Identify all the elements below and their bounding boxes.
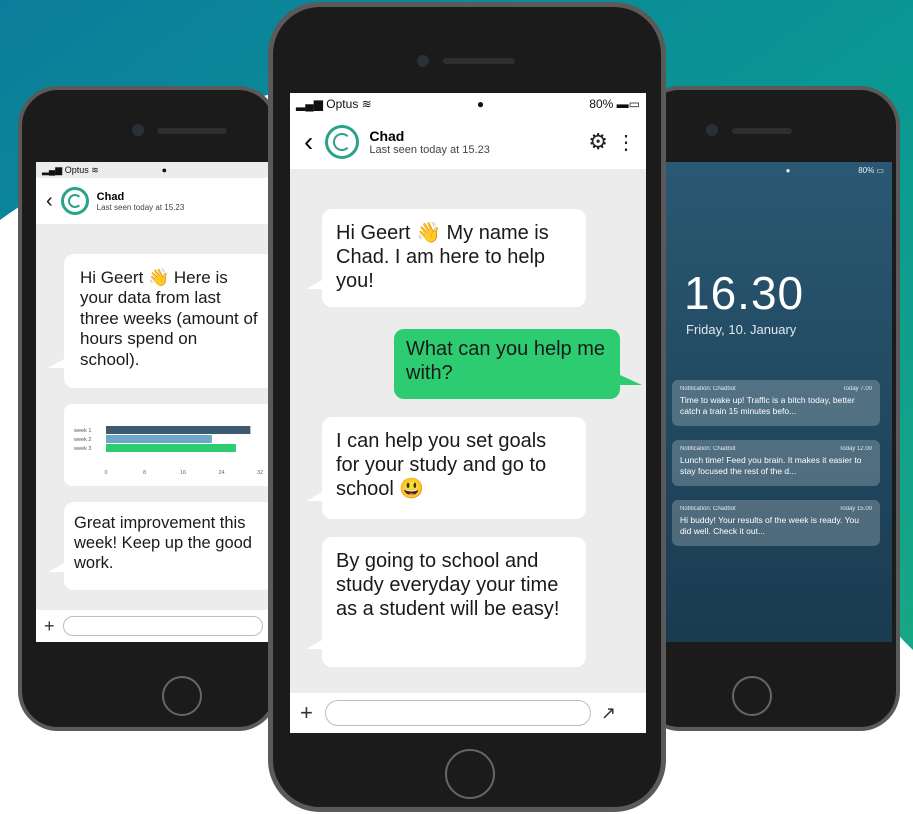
x-tick-label: 0	[104, 470, 107, 476]
x-tick-label: 32	[257, 470, 263, 476]
hours-bar-chart: week 1 week 2 week 3 0 8 16 24 32	[73, 426, 263, 476]
chad-logo-icon	[325, 125, 360, 159]
earpiece-speaker	[443, 58, 515, 64]
left-phone: ▂▄▆ Optus ≋ ● ‹ Chad Last seen today at …	[18, 86, 278, 731]
center-phone: ▂▄▆ Optus ≋ ● 80% ▬▭ ‹ Chad Last seen to…	[268, 2, 666, 812]
home-button[interactable]	[445, 749, 495, 799]
notification-card[interactable]: Notification: Chadbot Today 12.00 Lunch t…	[672, 440, 880, 486]
lock-screen: ● 80% ▭ 16.30 Friday, 10. January Notifi…	[650, 162, 892, 642]
status-bar: ● 80% ▭	[650, 162, 892, 178]
message-bubble: By going to school and study everyday yo…	[322, 537, 586, 667]
plus-icon[interactable]: +	[44, 616, 55, 637]
lock-icon: ●	[476, 97, 485, 111]
composer-bar: +	[36, 610, 274, 642]
left-phone-screen: ▂▄▆ Optus ≋ ● ‹ Chad Last seen today at …	[36, 162, 274, 642]
earpiece-speaker	[732, 128, 792, 134]
message-bubble: Hi Geert 👋 Here is your data from last t…	[64, 254, 274, 388]
battery-indicator: 80% ▭	[858, 165, 884, 175]
last-seen: Last seen today at 15.23	[96, 202, 185, 212]
back-icon[interactable]: ‹	[304, 126, 313, 158]
bubble-tail	[306, 279, 324, 289]
lock-icon: ●	[785, 165, 791, 175]
bubble-tail	[48, 358, 66, 368]
chart-card: week 1 week 2 week 3 0 8 16 24 32	[64, 404, 274, 486]
right-phone: ● 80% ▭ 16.30 Friday, 10. January Notifi…	[640, 86, 900, 731]
plus-icon[interactable]: +	[300, 700, 313, 726]
chat-header: ‹ Chad Last seen today at 15.23 ⚙ ⋮	[290, 115, 646, 169]
category-label: week 3	[73, 446, 91, 452]
bar-week-2	[106, 435, 212, 443]
last-seen: Last seen today at 15.23	[369, 144, 490, 156]
notification-card[interactable]: Notification: Chadbot Today 15.00 Hi budd…	[672, 500, 880, 546]
front-camera	[417, 55, 429, 67]
bar-week-3	[106, 444, 236, 452]
carrier-label: ▂▄▆ Optus ≋	[42, 164, 99, 175]
chat-header: ‹ Chad Last seen today at 15.23	[36, 178, 274, 224]
home-button[interactable]	[162, 676, 202, 716]
category-label: week 1	[73, 428, 91, 434]
carrier-label: ▂▄▆ Optus ≋	[296, 97, 372, 111]
settings-gear-icon[interactable]: ⚙	[588, 129, 608, 155]
chad-logo-icon	[60, 187, 89, 215]
message-bubble: I can help you set goals for your study …	[322, 417, 586, 519]
chat-screen: ▂▄▆ Optus ≋ ● 80% ▬▭ ‹ Chad Last seen to…	[290, 93, 646, 733]
bubble-tail	[620, 375, 642, 385]
front-camera	[132, 124, 144, 136]
composer-bar: + ↗	[290, 693, 646, 733]
bubble-tail	[48, 562, 66, 572]
home-button[interactable]	[732, 676, 772, 716]
lock-date: Friday, 10. January	[686, 322, 797, 337]
notification-card[interactable]: Notification: Chadbot Today 7.00 Time to …	[672, 380, 880, 426]
x-tick-label: 16	[180, 470, 186, 476]
battery-indicator: 80% ▬▭	[589, 97, 640, 111]
trend-arrow-icon[interactable]: ↗	[601, 703, 616, 724]
front-camera	[706, 124, 718, 136]
status-bar: ▂▄▆ Optus ≋ ●	[36, 162, 274, 178]
bar-week-1	[106, 426, 251, 434]
lock-icon: ●	[161, 165, 168, 175]
x-tick-label: 8	[143, 470, 146, 476]
category-label: week 2	[73, 437, 91, 443]
message-bubble: Great improvement this week! Keep up the…	[64, 502, 274, 590]
back-icon[interactable]: ‹	[46, 190, 53, 213]
status-bar: ▂▄▆ Optus ≋ ● 80% ▬▭	[290, 93, 646, 115]
lock-time: 16.30	[684, 267, 805, 319]
message-input[interactable]	[62, 616, 263, 636]
bubble-tail	[306, 491, 324, 501]
message-bubble: Hi Geert 👋 My name is Chad. I am here to…	[322, 209, 586, 307]
message-bubble-user: What can you help me with?	[394, 329, 620, 399]
bubble-tail	[306, 639, 324, 649]
x-tick-label: 24	[218, 470, 224, 476]
earpiece-speaker	[157, 128, 227, 134]
message-input[interactable]	[324, 700, 591, 726]
more-options-icon[interactable]: ⋮	[616, 130, 636, 155]
contact-name: Chad	[369, 128, 405, 144]
contact-name: Chad	[96, 190, 125, 203]
